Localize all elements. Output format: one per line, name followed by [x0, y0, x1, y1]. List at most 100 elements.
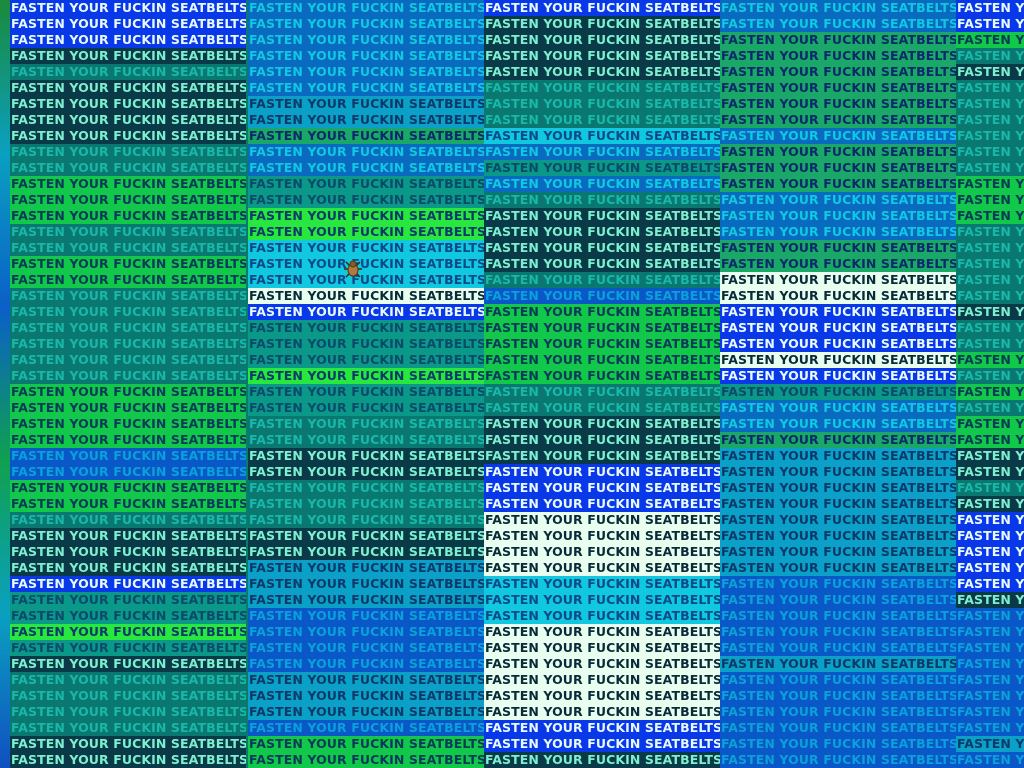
banner-tile: FASTEN YOUR FUCKIN SEATBELTS [248, 624, 484, 640]
banner-tile: FASTEN YOUR FUCKIN SEATBELTS [720, 624, 956, 640]
banner-tile: FASTEN YOUR FUCKIN SEATBELTS [248, 640, 484, 656]
banner-tile: FASTEN YOUR FUCKIN SEATBELTS [956, 32, 1024, 48]
banner-tile: FASTEN YOUR FUCKIN SEATBELTS [10, 48, 246, 64]
banner-tile: FASTEN YOUR FUCKIN SEATBELTS [720, 400, 956, 416]
banner-tile: FASTEN YOUR FUCKIN SEATBELTS [956, 240, 1024, 256]
banner-tile: FASTEN YOUR FUCKIN SEATBELTS [10, 544, 246, 560]
banner-tile: FASTEN YOUR FUCKIN SEATBELTS [956, 576, 1024, 592]
banner-tile: FASTEN YOUR FUCKIN SEATBELTS [10, 720, 246, 736]
banner-tile: FASTEN YOUR FUCKIN SEATBELTS [484, 480, 720, 496]
banner-tile: FASTEN YOUR FUCKIN SEATBELTS [484, 432, 720, 448]
banner-tile: FASTEN YOUR FUCKIN SEATBELTS [720, 176, 956, 192]
banner-tile: FASTEN YOUR FUCKIN SEATBELTS [248, 416, 484, 432]
tiled-banner-canvas: FASTEN YOUR FUCKIN SEATBELTS FASTEN YOUR … [0, 0, 1024, 768]
banner-column-4: FASTEN YOUR FUCKIN SEATBELTS FASTEN YOUR … [720, 0, 956, 768]
banner-tile: FASTEN YOUR FUCKIN SEATBELTS [484, 240, 720, 256]
banner-tile: FASTEN YOUR FUCKIN SEATBELTS [248, 368, 484, 384]
banner-tile: FASTEN YOUR FUCKIN SEATBELTS [248, 512, 484, 528]
banner-tile: FASTEN YOUR FUCKIN SEATBELTS [484, 656, 720, 672]
banner-tile: FASTEN YOUR FUCKIN SEATBELTS [10, 240, 246, 256]
banner-tile: FASTEN YOUR FUCKIN SEATBELTS [248, 64, 484, 80]
banner-tile: FASTEN YOUR FUCKIN SEATBELTS [956, 160, 1024, 176]
banner-tile: FASTEN YOUR FUCKIN SEATBELTS [720, 656, 956, 672]
banner-tile: FASTEN YOUR FUCKIN SEATBELTS [720, 464, 956, 480]
banner-tile: FASTEN YOUR FUCKIN SEATBELTS [10, 304, 246, 320]
banner-tile: FASTEN YOUR FUCKIN SEATBELTS [956, 352, 1024, 368]
banner-tile: FASTEN YOUR FUCKIN SEATBELTS [248, 560, 484, 576]
banner-tile: FASTEN YOUR FUCKIN SEATBELTS [248, 336, 484, 352]
banner-tile: FASTEN YOUR FUCKIN SEATBELTS [720, 480, 956, 496]
banner-tile: FASTEN YOUR FUCKIN SEATBELTS [248, 304, 484, 320]
banner-tile: FASTEN YOUR FUCKIN SEATBELTS [10, 144, 246, 160]
banner-tile: FASTEN YOUR FUCKIN SEATBELTS [720, 32, 956, 48]
banner-tile: FASTEN YOUR FUCKIN SEATBELTS [956, 656, 1024, 672]
banner-tile: FASTEN YOUR FUCKIN SEATBELTS [10, 176, 246, 192]
banner-tile: FASTEN YOUR FUCKIN SEATBELTS [956, 336, 1024, 352]
banner-tile: FASTEN YOUR FUCKIN SEATBELTS [484, 272, 720, 288]
banner-tile: FASTEN YOUR FUCKIN SEATBELTS [248, 656, 484, 672]
banner-tile: FASTEN YOUR FUCKIN SEATBELTS [956, 320, 1024, 336]
banner-tile: FASTEN YOUR FUCKIN SEATBELTS [484, 192, 720, 208]
banner-column-5: FASTEN YOUR FUCKIN SEATBELTSFASTEN YOUR … [956, 0, 1024, 768]
banner-tile: FASTEN YOUR FUCKIN SEATBELTS [956, 672, 1024, 688]
banner-tile: FASTEN YOUR FUCKIN SEATBELTS [956, 176, 1024, 192]
banner-tile: FASTEN YOUR FUCKIN SEATBELTS [720, 272, 956, 288]
banner-tile: FASTEN YOUR FUCKIN SEATBELTS [10, 96, 246, 112]
banner-tile: FASTEN YOUR FUCKIN SEATBELTS [956, 688, 1024, 704]
banner-tile: FASTEN YOUR FUCKIN SEATBELTS [956, 368, 1024, 384]
banner-tile: FASTEN YOUR FUCKIN SEATBELTS [248, 400, 484, 416]
banner-tile: FASTEN YOUR FUCKIN SEATBELTS [10, 32, 246, 48]
banner-tile: FASTEN YOUR FUCKIN SEATBELTS [720, 336, 956, 352]
banner-tile: FASTEN YOUR FUCKIN SEATBELTS [956, 0, 1024, 16]
banner-tile: FASTEN YOUR FUCKIN SEATBELTS [484, 544, 720, 560]
banner-column-1: FASTEN YOUR FUCKIN SEATBELTS FASTEN YOUR … [10, 0, 246, 768]
banner-tile: FASTEN YOUR FUCKIN SEATBELTS [720, 128, 956, 144]
banner-tile: FASTEN YOUR FUCKIN SEATBELTS [956, 544, 1024, 560]
banner-tile: FASTEN YOUR FUCKIN SEATBELTS [720, 288, 956, 304]
banner-tile: FASTEN YOUR FUCKIN SEATBELTS [484, 416, 720, 432]
banner-tile: FASTEN YOUR FUCKIN SEATBELTS [720, 80, 956, 96]
banner-tile: FASTEN YOUR FUCKIN SEATBELTS [248, 48, 484, 64]
banner-tile: FASTEN YOUR FUCKIN SEATBELTS [248, 320, 484, 336]
banner-tile: FASTEN YOUR FUCKIN SEATBELTS [10, 704, 246, 720]
banner-tile: FASTEN YOUR FUCKIN SEATBELTS [248, 0, 484, 16]
banner-tile: FASTEN YOUR FUCKIN SEATBELTS [248, 176, 484, 192]
banner-tile: FASTEN YOUR FUCKIN SEATBELTS [720, 16, 956, 32]
banner-tile: FASTEN YOUR FUCKIN SEATBELTS [720, 192, 956, 208]
banner-tile: FASTEN YOUR FUCKIN SEATBELTS [484, 464, 720, 480]
banner-tile: FASTEN YOUR FUCKIN SEATBELTS [956, 272, 1024, 288]
banner-tile: FASTEN YOUR FUCKIN SEATBELTS [10, 368, 246, 384]
banner-tile: FASTEN YOUR FUCKIN SEATBELTS [10, 416, 246, 432]
banner-tile: FASTEN YOUR FUCKIN SEATBELTS [484, 608, 720, 624]
banner-tile: FASTEN YOUR FUCKIN SEATBELTS [720, 560, 956, 576]
banner-tile: FASTEN YOUR FUCKIN SEATBELTS [720, 352, 956, 368]
banner-tile: FASTEN YOUR FUCKIN SEATBELTS [10, 352, 246, 368]
banner-tile: FASTEN YOUR FUCKIN SEATBELTS [248, 576, 484, 592]
banner-tile: FASTEN YOUR FUCKIN SEATBELTS [484, 400, 720, 416]
banner-tile: FASTEN YOUR FUCKIN SEATBELTS [10, 272, 246, 288]
banner-tile: FASTEN YOUR FUCKIN SEATBELTS [484, 720, 720, 736]
banner-tile: FASTEN YOUR FUCKIN SEATBELTS [720, 256, 956, 272]
banner-tile: FASTEN YOUR FUCKIN SEATBELTS [10, 688, 246, 704]
banner-column-3: FASTEN YOUR FUCKIN SEATBELTS FASTEN YOUR … [484, 0, 720, 768]
banner-tile: FASTEN YOUR FUCKIN SEATBELTS [956, 640, 1024, 656]
banner-tile: FASTEN YOUR FUCKIN SEATBELTS [956, 304, 1024, 320]
banner-tile: FASTEN YOUR FUCKIN SEATBELTS [484, 560, 720, 576]
banner-tile: FASTEN YOUR FUCKIN SEATBELTS [956, 464, 1024, 480]
banner-tile: FASTEN YOUR FUCKIN SEATBELTS [956, 496, 1024, 512]
banner-tile: FASTEN YOUR FUCKIN SEATBELTS [720, 592, 956, 608]
banner-tile: FASTEN YOUR FUCKIN SEATBELTS [10, 112, 246, 128]
banner-tile: FASTEN YOUR FUCKIN SEATBELTS [10, 640, 246, 656]
banner-tile: FASTEN YOUR FUCKIN SEATBELTS [956, 192, 1024, 208]
banner-tile: FASTEN YOUR FUCKIN SEATBELTS [484, 304, 720, 320]
banner-tile: FASTEN YOUR FUCKIN SEATBELTS [484, 176, 720, 192]
banner-column-2: FASTEN YOUR FUCKIN SEATBELTS FASTEN YOUR … [248, 0, 484, 768]
banner-tile: FASTEN YOUR FUCKIN SEATBELTS [10, 0, 246, 16]
banner-tile: FASTEN YOUR FUCKIN SEATBELTS [484, 688, 720, 704]
banner-tile: FASTEN YOUR FUCKIN SEATBELTS [956, 80, 1024, 96]
banner-tile: FASTEN YOUR FUCKIN SEATBELTS [720, 160, 956, 176]
banner-tile: FASTEN YOUR FUCKIN SEATBELTS [484, 224, 720, 240]
banner-tile: FASTEN YOUR FUCKIN SEATBELTS [248, 288, 484, 304]
banner-tile: FASTEN YOUR FUCKIN SEATBELTS [10, 592, 246, 608]
banner-tile: FASTEN YOUR FUCKIN SEATBELTS [956, 96, 1024, 112]
